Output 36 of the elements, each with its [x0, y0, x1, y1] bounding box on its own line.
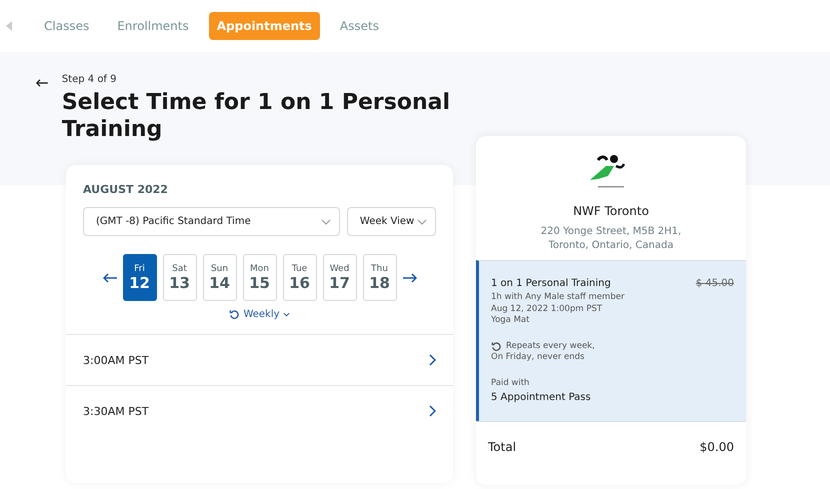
service-title: 1 on 1 Personal Training	[491, 278, 611, 289]
paid-with-label: Paid with	[491, 378, 530, 389]
day-button[interactable]: Fri 12	[122, 254, 156, 301]
right-arrow-icon[interactable]	[402, 272, 416, 282]
page-title: Select Time for 1 on 1 Personal Training	[62, 89, 452, 143]
timezone-dropdown[interactable]: (GMT -8) Pacific Standard Time	[83, 207, 340, 236]
step-indicator: Step 4 of 9	[62, 74, 118, 85]
view-dropdown[interactable]: Week View	[346, 207, 436, 236]
payment-method: 5 Appointment Pass	[491, 392, 592, 403]
total-label: Total	[488, 440, 516, 454]
chevron-down-icon	[417, 218, 427, 224]
month-label: AUGUST 2022	[83, 183, 169, 196]
back-arrow-icon[interactable]	[36, 78, 48, 88]
day-button[interactable]: Thu 18	[362, 254, 396, 301]
left-arrow-icon[interactable]	[102, 272, 116, 282]
day-button[interactable]: Mon 15	[242, 254, 276, 301]
repeat-info: On Friday, never ends	[491, 352, 586, 364]
time-slot[interactable]: 3:00AM PST	[66, 334, 453, 385]
studio-address: 220 Yonge Street, M5B 2H1, Toronto, Ontario, Canada	[540, 225, 682, 253]
chevron-right-icon	[429, 405, 436, 417]
total-value: $0.00	[700, 440, 734, 454]
day-button[interactable]: Sat 13	[162, 254, 196, 301]
repeat-dropdown[interactable]: Weekly	[223, 308, 296, 321]
day-button[interactable]: Sun 14	[202, 254, 236, 301]
day-button[interactable]: Tue 16	[282, 254, 316, 301]
chevron-down-icon	[320, 218, 331, 224]
chevron-down-icon	[282, 312, 290, 317]
studio-name: NWF Toronto	[573, 204, 649, 218]
repeat-info: Repeats every week,	[506, 340, 595, 352]
day-button[interactable]: Wed 17	[322, 254, 356, 301]
booking-details: 1h with Any Male staff member Aug 12, 2022 1:00pm PST Yoga Mat	[491, 292, 626, 326]
chevron-right-icon	[429, 354, 436, 366]
original-price: $ 45.00	[696, 278, 734, 289]
repeat-icon	[491, 340, 502, 352]
repeat-icon	[229, 309, 240, 320]
time-slot[interactable]: 3:30AM PST	[66, 385, 453, 436]
